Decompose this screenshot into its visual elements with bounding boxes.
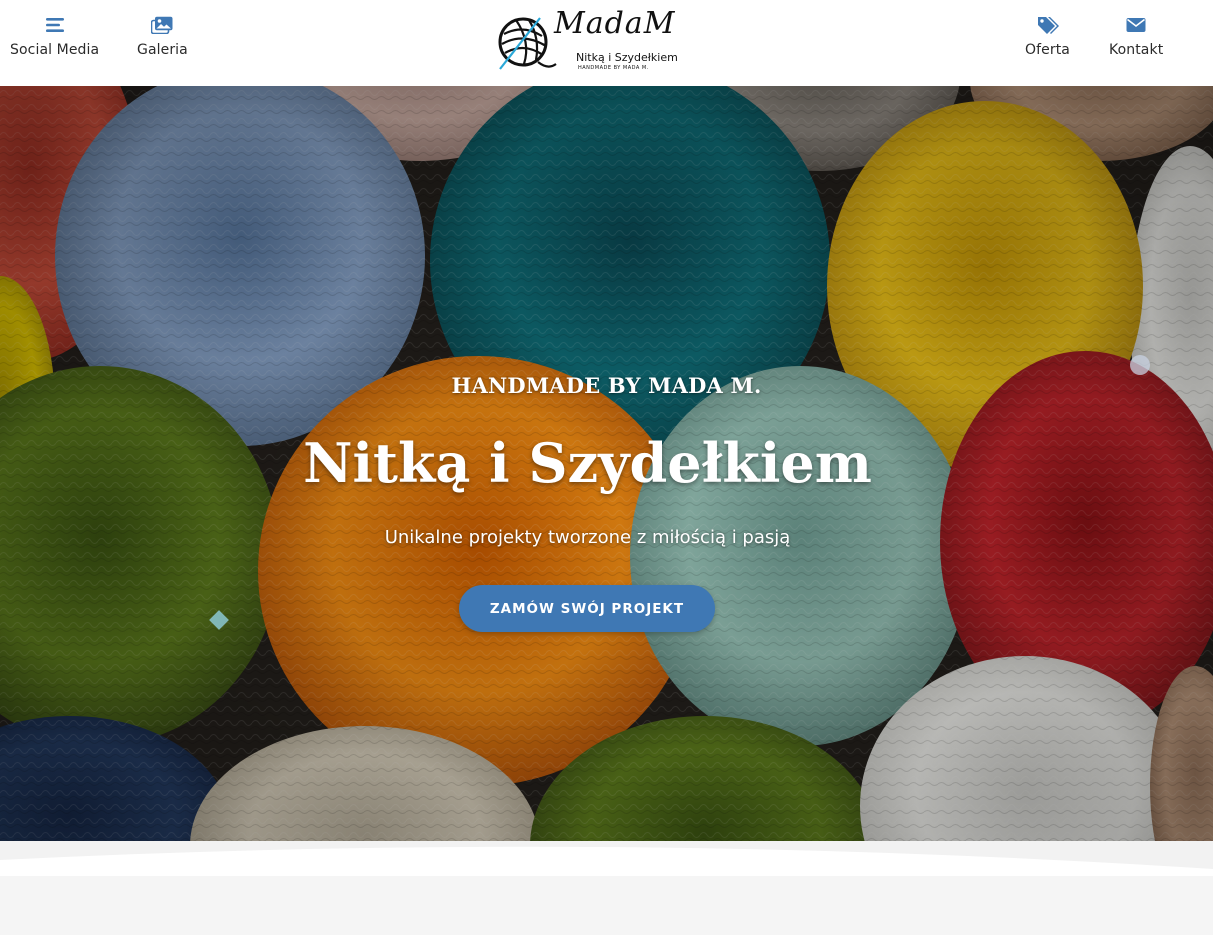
nav-offer-label: Oferta bbox=[1025, 42, 1070, 58]
site-header: Social Media Galeria MadaM Nitką i Szyde… bbox=[0, 0, 1213, 86]
nav-social-media-label: Social Media bbox=[10, 42, 100, 58]
nav-social-media[interactable]: Social Media bbox=[10, 14, 99, 58]
hero-title: Nitką i Szydełkiem bbox=[303, 431, 872, 495]
nav-contact-label: Kontakt bbox=[1109, 42, 1164, 58]
images-icon bbox=[151, 14, 173, 36]
yarn-ball-icon bbox=[498, 17, 557, 70]
logo-script: MadaM bbox=[554, 6, 676, 41]
hero-subtitle: Unikalne projekty tworzone z miłością i … bbox=[384, 527, 791, 548]
logo-tagline: HANDMADE BY MADA M. bbox=[578, 65, 649, 71]
nav-gallery-label: Galeria bbox=[137, 42, 188, 58]
next-section bbox=[0, 876, 1213, 935]
wave-divider bbox=[0, 841, 1213, 876]
tags-icon bbox=[1037, 14, 1059, 36]
site-logo[interactable]: MadaM Nitką i Szydełkiem HANDMADE BY MAD… bbox=[496, 6, 680, 74]
nav-contact[interactable]: Kontakt bbox=[1109, 14, 1163, 58]
decorative-dot bbox=[1130, 355, 1150, 375]
hero-section: HANDMADE BY MADA M. Nitką i Szydełkiem U… bbox=[0, 86, 1213, 841]
envelope-icon bbox=[1125, 14, 1147, 36]
order-project-button[interactable]: ZAMÓW SWÓJ PROJEKT bbox=[459, 585, 715, 632]
logo-brand-name: Nitką i Szydełkiem bbox=[576, 51, 678, 64]
menu-bars-icon bbox=[44, 14, 66, 36]
nav-offer[interactable]: Oferta bbox=[1025, 14, 1070, 58]
nav-gallery[interactable]: Galeria bbox=[137, 14, 188, 58]
hero-kicker: HANDMADE BY MADA M. bbox=[451, 373, 762, 398]
